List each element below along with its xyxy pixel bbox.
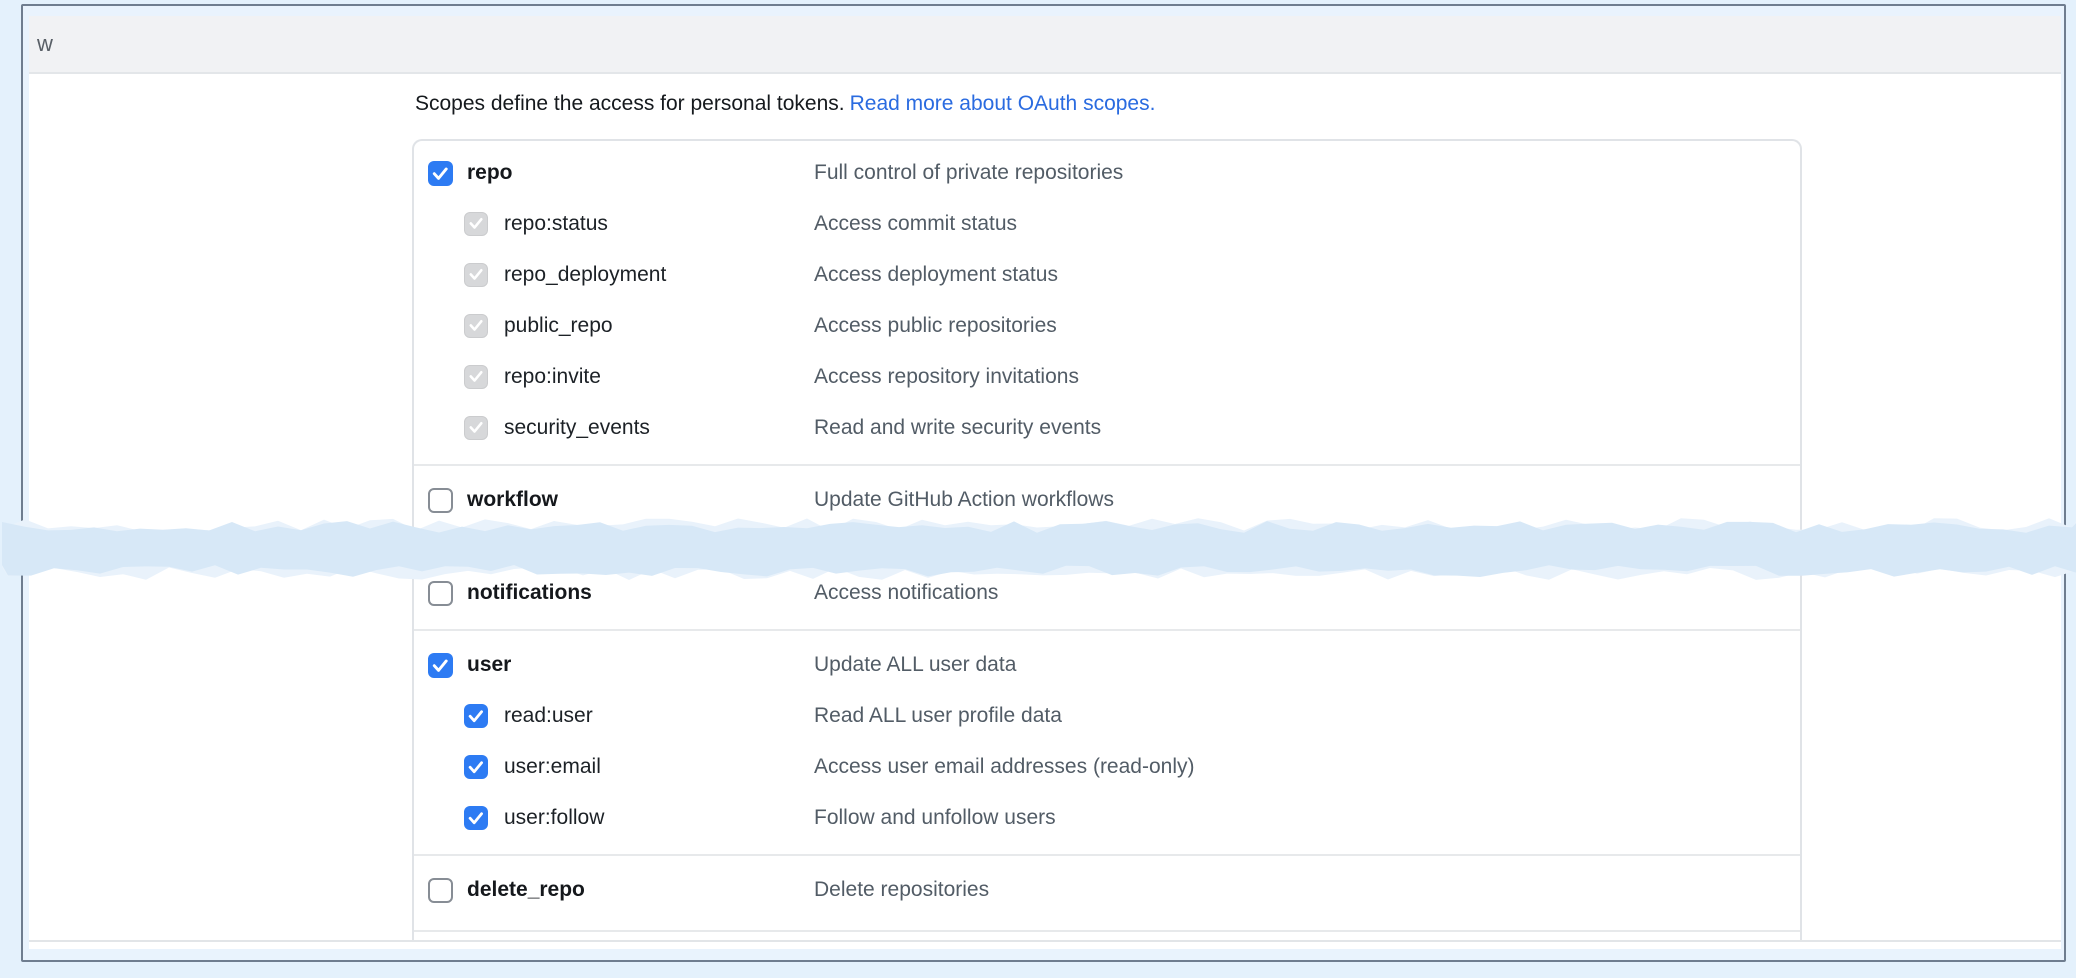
sub-scope-label[interactable]: user:email [504,755,601,779]
screenshot-frame: w Scopes define the access for personal … [21,4,2066,962]
page-background: { "header": { "text": "w" }, "intro": { … [0,0,2076,978]
sub-scope-row: user:email Access user email addresses (… [414,741,1800,792]
checkbox-security_events [464,416,488,440]
sub-scope-description: Access public repositories [814,314,1057,338]
oauth-scopes-link[interactable]: Read more about OAuth scopes. [850,92,1156,115]
scope-description: Update GitHub Action workflows [814,488,1114,512]
sub-scope-row: repo:status Access commit status [414,198,1800,249]
scope-label[interactable]: workflow [467,488,558,512]
sub-scope-description: Follow and unfollow users [814,806,1056,830]
intro-text: Scopes define the access for personal to… [415,92,845,115]
scope-group-notifications: notifications Access notifications [414,560,1800,629]
scope-description: Full control of private repositories [814,161,1123,185]
window-header: w [29,16,2061,74]
app-window: w Scopes define the access for personal … [29,16,2061,949]
scope-group-delete_repo: delete_repo Delete repositories [414,854,1800,932]
scope-row: notifications Access notifications [414,568,1800,618]
scope-label[interactable]: delete_repo [467,878,585,902]
sub-scopes: repo:status Access commit status repo_de… [414,198,1800,453]
scope-row: user Update ALL user data [414,640,1800,690]
checkbox-repo[interactable] [428,161,453,186]
sub-scope-description: Access repository invitations [814,365,1079,389]
sub-scope-description: Access commit status [814,212,1017,236]
sub-scope-description: Access deployment status [814,263,1058,287]
bottom-divider [29,940,2061,942]
sub-scope-description: Access user email addresses (read-only) [814,755,1194,779]
scope-description: Update ALL user data [814,653,1016,677]
sub-scope-row: security_events Read and write security … [414,402,1800,453]
sub-scope-row: public_repo Access public repositories [414,300,1800,351]
sub-scope-description: Read ALL user profile data [814,704,1062,728]
checkbox-repo_deployment [464,263,488,287]
scope-row: delete_repo Delete repositories [414,865,1800,915]
checkbox-user:email[interactable] [464,755,488,779]
checkbox-read:user[interactable] [464,704,488,728]
checkbox-repo:status [464,212,488,236]
checkbox-notifications[interactable] [428,581,453,606]
sub-scopes: read:user Read ALL user profile data use… [414,690,1800,843]
sub-scope-label[interactable]: user:follow [504,806,604,830]
sub-scope-label[interactable]: public_repo [504,314,613,338]
checkbox-user:follow[interactable] [464,806,488,830]
scope-row: repo Full control of private repositorie… [414,148,1800,198]
scope-description: Delete repositories [814,878,989,902]
sub-scope-label[interactable]: read:user [504,704,593,728]
sub-scope-label[interactable]: repo_deployment [504,263,666,287]
torn-screenshot-gap [2,536,2076,560]
scope-row: workflow Update GitHub Action workflows [414,475,1800,525]
scopes-box: repo Full control of private repositorie… [412,139,1802,940]
sub-scope-label[interactable]: repo:invite [504,365,601,389]
checkbox-workflow[interactable] [428,488,453,513]
checkbox-repo:invite [464,365,488,389]
sub-scope-row: user:follow Follow and unfollow users [414,792,1800,843]
scope-label[interactable]: notifications [467,581,592,605]
checkbox-user[interactable] [428,653,453,678]
scope-group-user: user Update ALL user data read:user Read… [414,629,1800,854]
checkbox-public_repo [464,314,488,338]
scope-group-repo: repo Full control of private repositorie… [414,141,1800,464]
scopes-intro: Scopes define the access for personal to… [29,74,2061,117]
sub-scope-label[interactable]: repo:status [504,212,608,236]
sub-scope-row: read:user Read ALL user profile data [414,690,1800,741]
header-text: w [37,31,53,57]
sub-scope-label[interactable]: security_events [504,416,650,440]
sub-scope-description: Read and write security events [814,416,1101,440]
sub-scope-row: repo:invite Access repository invitation… [414,351,1800,402]
scope-label[interactable]: repo [467,161,513,185]
sub-scope-row: repo_deployment Access deployment status [414,249,1800,300]
checkbox-delete_repo[interactable] [428,878,453,903]
scope-description: Access notifications [814,581,998,605]
scope-label[interactable]: user [467,653,511,677]
